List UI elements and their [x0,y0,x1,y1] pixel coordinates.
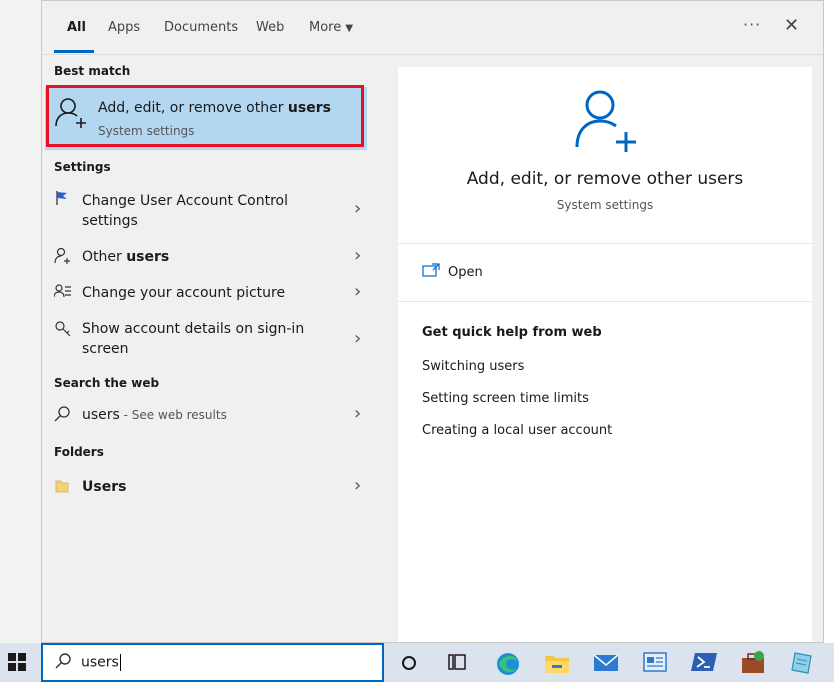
preview-pane: Add, edit, or remove other users System … [398,67,812,642]
list-item-label: Users [82,479,127,495]
chevron-right-icon[interactable]: › [354,328,361,349]
settings-heading: Settings [54,160,111,174]
list-item-label: users - See web results [82,405,312,425]
best-match-title-bold: users [287,100,331,116]
highlight-outline [46,85,364,147]
tab-more-label: More [309,20,342,35]
close-icon[interactable]: ✕ [784,15,799,36]
best-match-heading: Best match [54,64,131,78]
results-list: Best match Add, edit, or remove other us… [42,55,385,642]
powershell-icon[interactable] [689,647,719,677]
best-match-subtitle: System settings [98,124,195,138]
edge-icon[interactable] [493,647,523,677]
tab-documents[interactable]: Documents [164,20,238,35]
control-panel-icon[interactable] [640,647,670,677]
help-heading: Get quick help from web [422,325,602,340]
web-suffix: - See web results [119,408,227,422]
more-options-icon[interactable]: ··· [743,15,761,34]
folder-icon [54,478,70,498]
search-icon [54,405,72,427]
task-view-icon[interactable] [443,647,473,677]
tab-apps[interactable]: Apps [108,20,140,35]
tab-more[interactable]: More ▼ [309,20,353,35]
search-web-heading: Search the web [54,376,160,390]
tab-all[interactable]: All [67,20,86,35]
web-query: users [82,407,120,423]
person-add-icon [55,98,86,128]
list-item-other-users[interactable]: Other users › [42,243,385,273]
account-list-icon [53,283,72,303]
key-icon [54,320,72,342]
help-link[interactable]: Switching users [422,359,524,374]
windows-start-icon[interactable] [0,643,40,682]
open-action[interactable]: Open [422,263,483,280]
taskbar: users [0,643,834,682]
open-window-icon [422,263,440,277]
mail-icon[interactable] [591,647,621,677]
text-cursor [119,654,121,671]
person-add-icon [54,247,72,269]
label-prefix: Other [82,249,127,265]
active-tab-indicator [54,50,94,53]
list-item-label: Change your account picture [82,285,286,301]
file-explorer-icon[interactable] [542,647,572,677]
chevron-down-icon: ▼ [345,23,354,34]
chevron-right-icon[interactable]: › [354,475,361,496]
best-match-title: Add, edit, or remove other users [98,100,331,116]
list-item-uac-settings[interactable]: Change User Account Control settings › [42,185,385,233]
list-item-web-search[interactable]: users - See web results › [42,401,385,431]
help-link[interactable]: Creating a local user account [422,423,612,438]
tab-web[interactable]: Web [256,20,284,35]
search-input[interactable]: users [81,654,121,671]
list-item-label: Other users [82,247,312,267]
search-icon [55,652,73,674]
cortana-icon[interactable] [396,647,426,677]
chevron-right-icon[interactable]: › [354,403,361,424]
list-item-label: Change User Account Control settings [82,193,288,229]
desktop-background [0,0,42,643]
list-item-account-picture[interactable]: Change your account picture › [42,279,385,309]
list-item-account-details[interactable]: Show account details on sign-in screen › [42,315,385,363]
folders-heading: Folders [54,445,104,459]
toolbox-icon[interactable] [738,647,768,677]
person-add-icon [575,90,636,152]
search-value: users [81,654,119,671]
best-match-title-prefix: Add, edit, or remove other [98,100,288,116]
start-search-panel: All Apps Documents Web More ▼ ··· ✕ Best… [41,0,824,643]
taskbar-search-box[interactable]: users [41,643,384,682]
list-item-users-folder[interactable]: Users › [42,473,385,503]
chevron-right-icon[interactable]: › [354,281,361,302]
divider [398,243,812,244]
preview-subtitle: System settings [556,198,654,212]
chevron-right-icon[interactable]: › [354,245,361,266]
help-link[interactable]: Setting screen time limits [422,391,589,406]
divider [398,301,812,302]
preview-title: Add, edit, or remove other users [466,169,744,189]
flag-shield-icon [54,190,70,210]
app-icon[interactable] [787,647,817,677]
chevron-right-icon[interactable]: › [354,198,361,219]
open-label: Open [448,265,483,280]
label-bold: users [126,249,170,265]
search-tabs: All Apps Documents Web More ▼ ··· ✕ [42,1,823,55]
list-item-label: Show account details on sign-in screen [82,321,305,357]
